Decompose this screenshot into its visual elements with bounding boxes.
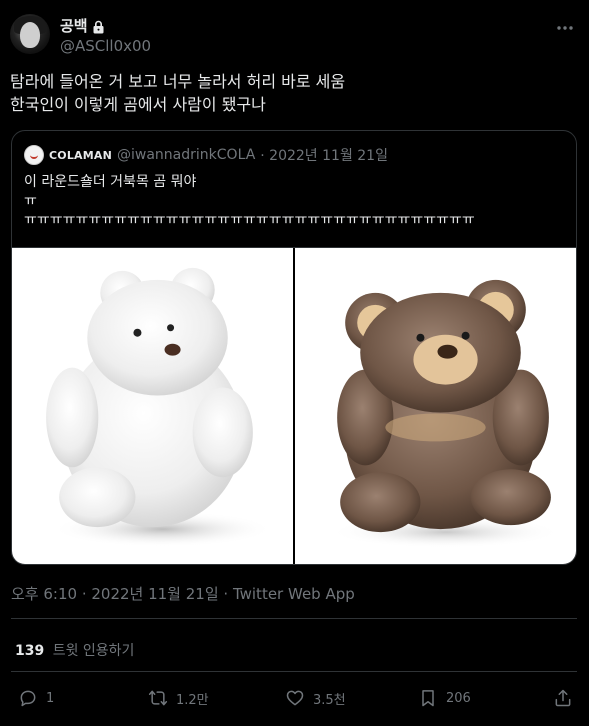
quote-count: 139 [15, 643, 45, 659]
share-button[interactable] [553, 688, 573, 708]
action-bar: 1 1.2만 3.5천 206 [0, 688, 589, 716]
bookmark-count: 206 [446, 690, 471, 706]
like-button[interactable]: 3.5천 [285, 688, 346, 708]
bookmark-button[interactable]: 206 [418, 688, 471, 708]
divider [11, 671, 577, 672]
author-handle[interactable]: @ASCll0x00 [60, 37, 151, 55]
quoted-handle: @iwannadrinkCOLA [117, 147, 256, 163]
tweet-header: 공백 @ASCll0x00 [10, 12, 579, 60]
like-count: 3.5천 [313, 692, 346, 708]
quoted-text: 이 라운드숄더 거북목 곰 뭐야 ㅠ ㅠㅠㅠㅠㅠㅠㅠㅠㅠㅠㅠㅠㅠㅠㅠㅠㅠㅠㅠㅠㅠ… [24, 174, 475, 228]
retweet-count: 1.2만 [176, 692, 209, 708]
quoted-display-name: COLAMAN [49, 148, 113, 162]
retweet-icon [148, 690, 168, 706]
quoted-date: · 2022년 11월 21일 [260, 148, 388, 164]
reply-button[interactable]: 1 [18, 688, 54, 708]
divider [11, 618, 577, 619]
heart-icon [286, 690, 304, 706]
brown-teddy-bear-photo[interactable] [293, 248, 576, 564]
tweet-text: 탐라에 들어온 거 보고 너무 놀라서 허리 바로 세움 한국인이 이렇게 곰에… [10, 72, 346, 114]
quote-label: 트윗 인용하기 [52, 643, 135, 659]
reply-count: 1 [46, 690, 55, 706]
quoted-tweet[interactable]: COLAMAN @iwannadrinkCOLA · 2022년 11월 21일… [11, 130, 577, 565]
white-teddy-bear-photo[interactable] [12, 248, 293, 564]
quote-tweets-link[interactable]: 139 트윗 인용하기 [15, 640, 134, 660]
author-name-row: 공백 [60, 15, 105, 36]
retweet-button[interactable]: 1.2만 [148, 688, 209, 708]
reply-icon [20, 690, 36, 707]
tweet-timestamp[interactable]: 오후 6:10 · 2022년 11월 21일 · Twitter Web Ap… [11, 583, 355, 604]
display-name[interactable]: 공백 [60, 15, 88, 36]
more-options-icon[interactable] [555, 18, 575, 38]
quoted-media [12, 247, 576, 564]
quoted-avatar [24, 145, 44, 165]
share-icon [555, 689, 571, 707]
bookmark-icon [422, 690, 434, 707]
lock-icon [92, 19, 105, 33]
avatar[interactable] [10, 14, 50, 54]
quoted-tweet-header: COLAMAN @iwannadrinkCOLA · 2022년 11월 21일 [24, 145, 388, 165]
